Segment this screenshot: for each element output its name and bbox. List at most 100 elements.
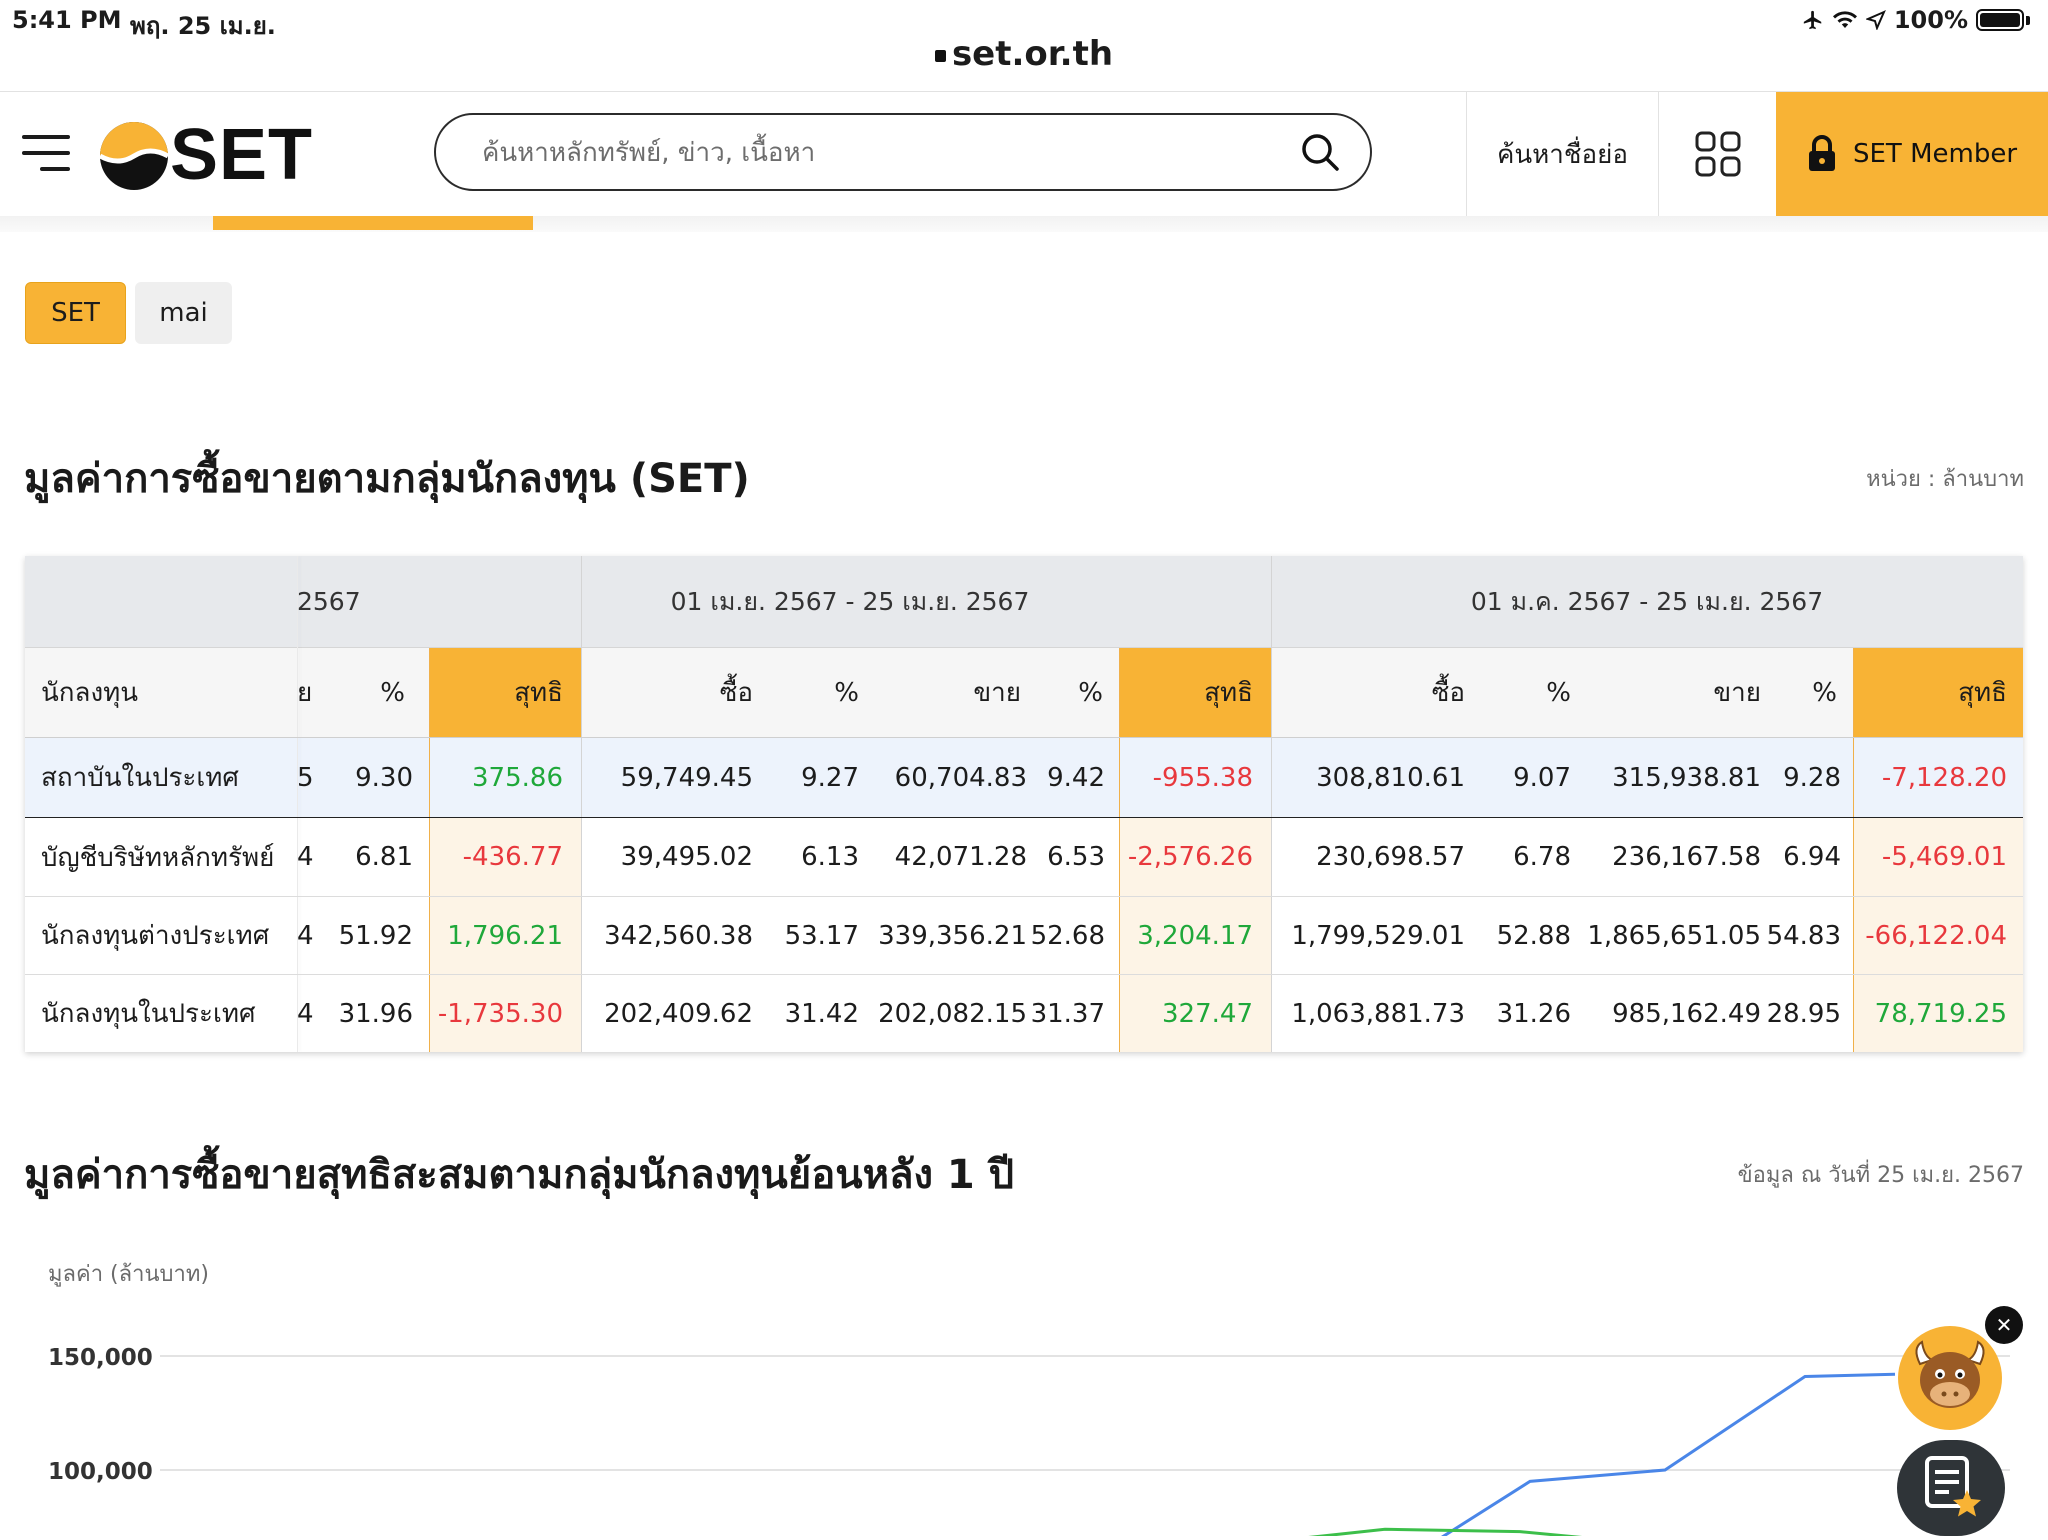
col-header-p2-sell[interactable]: ขาย <box>859 648 1021 737</box>
row-investor: นักลงทุนในประเทศ <box>41 999 256 1029</box>
cell-p2-net: -955.38 <box>1152 762 1253 793</box>
col-header-p3-buy-pct[interactable]: % <box>1465 648 1571 737</box>
cell-p2-sell-pct: 52.68 <box>1030 920 1105 951</box>
cell-p1-pct: 51.92 <box>338 920 413 951</box>
search-box[interactable] <box>434 113 1372 191</box>
set-member-label: SET Member <box>1852 139 2018 169</box>
cell-p1-net: -436.77 <box>462 842 563 872</box>
cell-p3-sell-pct: 28.95 <box>1766 998 1841 1029</box>
site-header: SET ค้นหาชื่อย่อ SET Member <box>0 91 2048 217</box>
bull-mascot-icon <box>1915 1340 1985 1408</box>
cell-p2-sell-pct: 31.37 <box>1030 998 1105 1029</box>
set-member-button[interactable]: SET Member <box>1776 92 2048 216</box>
cell-p3-net: 78,719.25 <box>1874 998 2007 1029</box>
cell-p1-net: 375.86 <box>472 762 563 793</box>
period-label-2: 01 เม.ย. 2567 - 25 เม.ย. 2567 <box>670 586 1030 616</box>
col-header-p3-net[interactable]: สุทธิ <box>1853 648 2007 737</box>
cell-p3-sell: 1,865,651.05 <box>1587 920 1761 951</box>
watchlist-button[interactable] <box>1897 1440 2005 1536</box>
cell-p1-pct: 6.81 <box>355 842 413 872</box>
col-header-p1-net[interactable]: สุทธิ <box>429 648 563 737</box>
cell-p2-sell: 339,356.21 <box>878 920 1027 951</box>
cell-p3-net: -66,122.04 <box>1865 920 2007 951</box>
tab-set[interactable]: SET <box>25 282 126 344</box>
section-title-investor-trading: มูลค่าการซื้อขายตามกลุ่มนักลงทุน (SET) <box>24 456 750 502</box>
cell-p2-buy: 59,749.45 <box>620 762 753 793</box>
cell-p3-sell-pct: 9.28 <box>1783 762 1841 793</box>
search-icon[interactable] <box>1300 132 1340 172</box>
cell-p2-sell: 60,704.83 <box>894 762 1027 793</box>
unit-note: หน่วย : ล้านบาท <box>1866 467 2024 492</box>
investor-table: 2567 01 เม.ย. 2567 - 25 เม.ย. 2567 01 ม.… <box>25 556 2023 1052</box>
set-logo[interactable]: SET <box>98 115 312 195</box>
close-icon[interactable]: ✕ <box>1985 1306 2023 1344</box>
data-date-note: ข้อมูล ณ วันที่ 25 เม.ย. 2567 <box>1737 1163 2024 1188</box>
wifi-icon <box>1832 11 1857 28</box>
lock-icon <box>934 50 946 62</box>
cell-p1-sell: 4 <box>297 998 314 1029</box>
col-header-p3-sell[interactable]: ขาย <box>1571 648 1761 737</box>
cell-p3-net: -7,128.20 <box>1881 762 2007 793</box>
cell-p2-buy: 342,560.38 <box>604 920 753 951</box>
cell-p2-buy-pct: 9.27 <box>801 762 859 793</box>
cell-p2-buy: 39,495.02 <box>620 842 753 872</box>
cell-p1-pct: 31.96 <box>338 998 413 1029</box>
cell-p2-buy-pct: 6.13 <box>801 842 859 872</box>
col-header-p2-sell-pct[interactable]: % <box>1021 648 1103 737</box>
col-header-p2-buy-pct[interactable]: % <box>753 648 859 737</box>
cell-p3-buy: 1,799,529.01 <box>1291 920 1465 951</box>
cell-p3-buy: 308,810.61 <box>1316 762 1465 793</box>
cell-p1-sell: 5 <box>297 762 314 793</box>
cell-p3-sell-pct: 54.83 <box>1766 920 1841 951</box>
url-bar[interactable]: set.or.th <box>0 34 2048 74</box>
cell-p2-net: 327.47 <box>1162 998 1253 1029</box>
period-label-1: 2567 <box>297 587 361 616</box>
col-header-p3-buy[interactable]: ซื้อ <box>1271 648 1465 737</box>
cell-p2-net: -2,576.26 <box>1127 842 1253 872</box>
cell-p2-net: 3,204.17 <box>1137 920 1253 951</box>
col-header-p2-buy[interactable]: ซื้อ <box>581 648 753 737</box>
cell-p3-buy-pct: 9.07 <box>1513 762 1571 793</box>
col-header-p1-sell: ย <box>297 678 313 708</box>
chatbot-button[interactable] <box>1898 1326 2002 1430</box>
cell-p3-sell: 236,167.58 <box>1612 842 1761 872</box>
col-header-p3-sell-pct[interactable]: % <box>1761 648 1837 737</box>
cell-p1-sell: 4 <box>297 920 314 951</box>
col-header-p2-net[interactable]: สุทธิ <box>1119 648 1253 737</box>
airplane-icon <box>1803 10 1822 30</box>
lock-icon <box>1808 135 1835 171</box>
cell-p3-sell-pct: 6.94 <box>1783 842 1841 872</box>
section-title-cumulative-net: มูลค่าการซื้อขายสุทธิสะสมตามกลุ่มนักลงทุ… <box>24 1152 1015 1198</box>
cell-p3-buy: 1,063,881.73 <box>1291 998 1465 1029</box>
cumulative-net-chart: มูลค่า (ล้านบาท) 150,000 100,000 <box>0 1240 2048 1536</box>
menu-icon[interactable] <box>22 133 70 173</box>
symbol-search-label: ค้นหาชื่อย่อ <box>1496 139 1628 170</box>
favorite-list-icon <box>1925 1456 1981 1517</box>
tab-mai[interactable]: mai <box>135 282 232 344</box>
symbol-search-button[interactable]: ค้นหาชื่อย่อ <box>1466 92 1658 216</box>
cell-p2-sell-pct: 6.53 <box>1047 842 1105 872</box>
search-input[interactable] <box>480 129 1264 177</box>
location-icon <box>1865 10 1886 30</box>
apps-button[interactable] <box>1658 92 1776 216</box>
cell-p2-buy: 202,409.62 <box>604 998 753 1029</box>
active-nav-indicator <box>213 216 533 230</box>
col-header-p1-pct[interactable]: % <box>325 648 405 737</box>
cell-p1-net: 1,796.21 <box>447 920 563 951</box>
grid-icon <box>1695 131 1740 177</box>
line-chart-svg: 150,000 100,000 <box>48 1345 2010 1536</box>
url-text: set.or.th <box>951 34 1114 74</box>
battery-percent: 100% <box>1893 6 1968 34</box>
cell-p3-net: -5,469.01 <box>1881 842 2007 872</box>
cell-p1-sell: 4 <box>297 842 314 872</box>
cell-p3-sell: 985,162.49 <box>1612 998 1761 1029</box>
series-line-1 <box>1308 1527 1583 1536</box>
series-line-0 <box>1440 1372 1896 1536</box>
battery-icon <box>1976 9 2024 31</box>
y-tick-label: 150,000 <box>48 1345 153 1371</box>
row-investor: นักลงทุนต่างประเทศ <box>41 921 270 951</box>
row-investor: สถาบันในประเทศ <box>41 763 239 793</box>
cell-p2-buy-pct: 31.42 <box>784 998 859 1029</box>
period-label-3: 01 ม.ค. 2567 - 25 เม.ย. 2567 <box>1470 586 1824 616</box>
y-tick-label: 100,000 <box>48 1459 153 1485</box>
